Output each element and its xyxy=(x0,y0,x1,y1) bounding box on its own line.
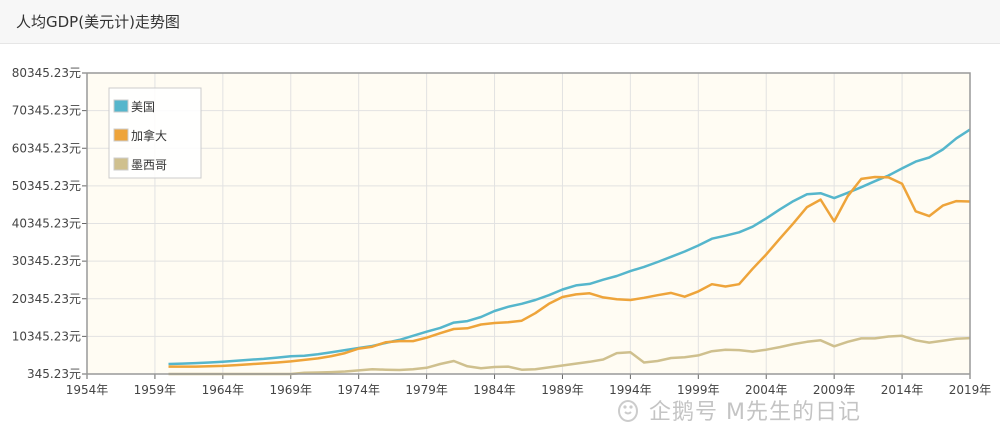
y-axis: 345.23元 10345.23元 20345.23元 30345.23元 40345.… xyxy=(12,66,87,381)
y-tick-label: 40345.23元 xyxy=(12,217,81,231)
chart-title: 人均GDP(美元计)走势图 xyxy=(16,13,180,31)
legend-label[interactable]: 美国 xyxy=(131,100,155,114)
legend-swatch xyxy=(113,128,129,142)
x-tick-label: 2019年 xyxy=(949,383,992,397)
chart-header: 人均GDP(美元计)走势图 xyxy=(0,0,1000,44)
legend-label[interactable]: 墨西哥 xyxy=(131,158,167,172)
watermark-text: 企鹅号 M先生的日记 xyxy=(649,400,861,425)
x-tick-label: 1969年 xyxy=(269,383,312,397)
y-tick-label: 70345.23元 xyxy=(12,104,81,118)
y-tick-label: 30345.23元 xyxy=(12,254,81,268)
legend-swatch xyxy=(113,99,129,113)
y-tick-label: 80345.23元 xyxy=(12,66,81,80)
legend-label[interactable]: 加拿大 xyxy=(131,128,167,143)
penguin-logo-icon xyxy=(618,400,638,422)
y-tick-label: 20345.23元 xyxy=(12,292,81,306)
x-tick-label: 1959年 xyxy=(134,383,177,397)
x-tick-label: 1989年 xyxy=(541,383,584,397)
legend-swatch xyxy=(113,157,129,171)
y-tick-label: 50345.23元 xyxy=(12,179,81,193)
x-tick-label: 1974年 xyxy=(337,383,380,397)
x-tick-label: 2014年 xyxy=(881,383,924,397)
x-tick-label: 1984年 xyxy=(473,383,516,397)
y-tick-label: 10345.23元 xyxy=(12,329,81,343)
y-tick-label: 345.23元 xyxy=(27,367,81,381)
watermark: 企鹅号 M先生的日记 xyxy=(615,394,861,426)
gdp-line-chart: 345.23元 10345.23元 20345.23元 30345.23元 40345.… xyxy=(12,66,992,397)
legend[interactable]: 美国加拿大墨西哥 xyxy=(108,87,202,179)
x-tick-label: 1979年 xyxy=(405,383,448,397)
x-tick-label: 1954年 xyxy=(66,383,109,397)
x-tick-label: 1964年 xyxy=(202,383,245,397)
y-tick-label: 60345.23元 xyxy=(12,141,81,155)
